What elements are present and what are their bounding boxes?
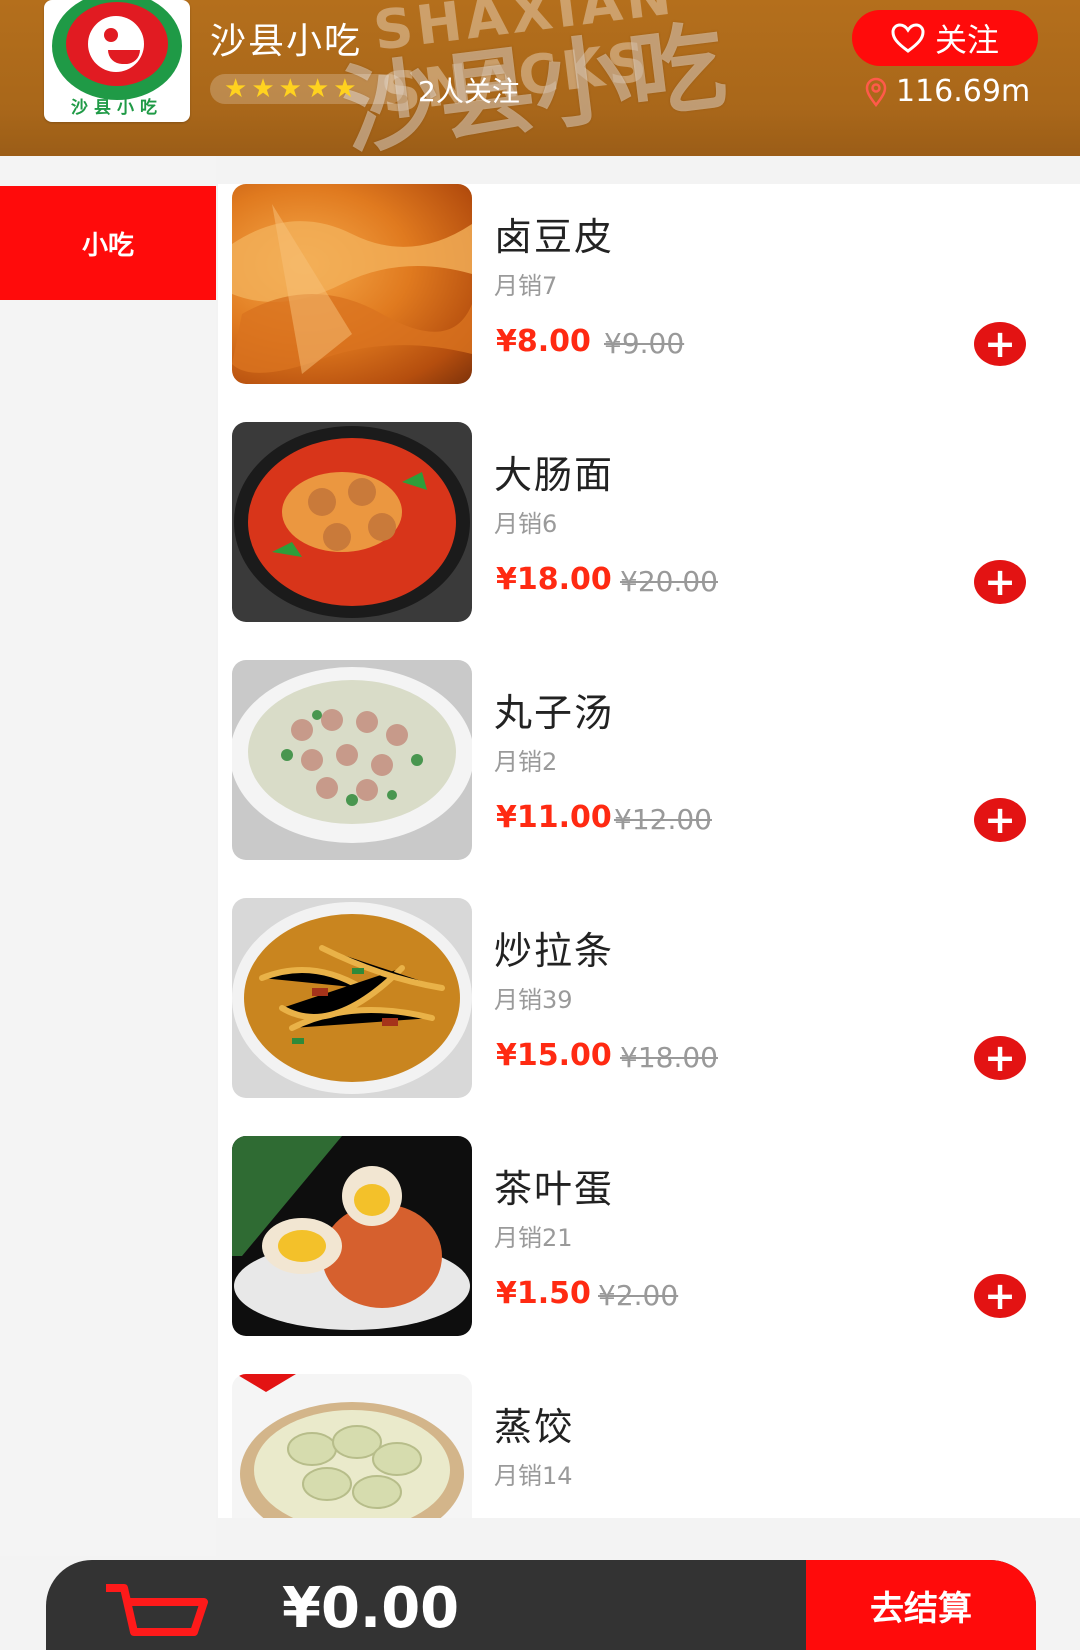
rating-stars: ★ ★ ★ ★ ★ [210,74,404,104]
checkout-button[interactable]: 去结算 [806,1560,1036,1650]
product-price: ¥18.00 [496,562,612,597]
follower-count: 2人关注 [418,75,520,108]
product-sales: 月销6 [494,510,558,538]
product-price: ¥1.50 [496,1276,591,1311]
plus-icon: + [984,1036,1016,1080]
store-logo: 沙县小吃 [44,0,190,122]
product-name: 大肠面 [494,453,615,497]
store-header: SHAXIAN SNACKS 沙县小吃 沙县小吃 沙县小吃 ★ ★ ★ ★ ★ … [0,0,1080,156]
product-list[interactable]: 卤豆皮 月销7 ¥8.00 ¥9.00 + 大肠面 月销6 ¥18.00 ¥20… [218,184,1080,1518]
product-image[interactable] [232,184,472,384]
product-name: 丸子汤 [494,691,615,735]
product-original-price: ¥20.00 [620,565,718,598]
product-sales: 月销7 [494,272,558,300]
product-image[interactable] [232,422,472,622]
category-item-snacks[interactable]: 小吃 [0,186,216,300]
product-item[interactable]: 茶叶蛋 月销21 ¥1.50 ¥2.00 + [218,1136,1080,1374]
product-original-price: ¥2.00 [598,1279,679,1312]
product-name: 卤豆皮 [494,215,615,259]
star-icon: ★ [278,74,302,104]
add-to-cart-button[interactable]: + [974,798,1026,842]
location-pin-icon [865,77,887,107]
checkout-label: 去结算 [870,1588,972,1629]
category-sidebar: 小吃 [0,156,216,1556]
store-distance: 116.69m [864,74,1030,109]
category-label: 小吃 [81,230,134,261]
product-original-price: ¥9.00 [604,327,685,360]
product-image[interactable] [232,898,472,1098]
product-price: ¥15.00 [496,1038,612,1073]
product-sales: 月销39 [494,986,573,1014]
cart-total: ¥0.00 [282,1576,460,1641]
product-item[interactable]: 炒拉条 月销39 ¥15.00 ¥18.00 + [218,898,1080,1136]
product-price: ¥8.00 [496,324,591,359]
cart-bar: ¥0.00 去结算 [46,1560,1036,1650]
product-price: ¥11.00 [496,800,612,835]
add-to-cart-button[interactable]: + [974,1274,1026,1318]
add-to-cart-button[interactable]: + [974,560,1026,604]
plus-icon: + [984,1274,1016,1318]
product-sales: 月销2 [494,748,558,776]
distance-value: 116.69m [896,74,1031,109]
product-name: 茶叶蛋 [494,1167,615,1211]
product-name: 炒拉条 [494,929,615,973]
product-item[interactable]: 丸子汤 月销2 ¥11.00 ¥12.00 + [218,660,1080,898]
product-item[interactable]: 卤豆皮 月销7 ¥8.00 ¥9.00 + [218,184,1080,422]
logo-text: 沙县小吃 [71,98,163,118]
store-name: 沙县小吃 [210,21,363,62]
shopping-cart-icon[interactable] [102,1582,212,1650]
add-to-cart-button[interactable]: + [974,1036,1026,1080]
product-image[interactable] [232,1136,472,1336]
star-icon: ★ [251,74,275,104]
product-original-price: ¥18.00 [620,1041,718,1074]
product-item[interactable]: 大肠面 月销6 ¥18.00 ¥20.00 + [218,422,1080,660]
plus-icon: + [984,798,1016,842]
plus-icon: + [984,560,1016,604]
product-sales: 月销21 [494,1224,573,1252]
star-icon: ★ [333,74,357,104]
product-image[interactable] [232,660,472,860]
product-original-price: ¥12.00 [614,803,712,836]
product-sales: 月销14 [494,1462,573,1490]
follow-label: 关注 [934,21,999,59]
product-item[interactable]: 蒸饺 月销14 [218,1374,1080,1518]
follow-button[interactable]: 关注 [852,10,1038,66]
heart-icon [891,23,925,53]
star-icon: ★ [224,74,248,104]
add-to-cart-button[interactable]: + [974,322,1026,366]
product-image[interactable] [232,1374,472,1518]
plus-icon: + [984,322,1016,366]
star-icon: ★ [305,74,330,104]
product-name: 蒸饺 [494,1405,575,1449]
